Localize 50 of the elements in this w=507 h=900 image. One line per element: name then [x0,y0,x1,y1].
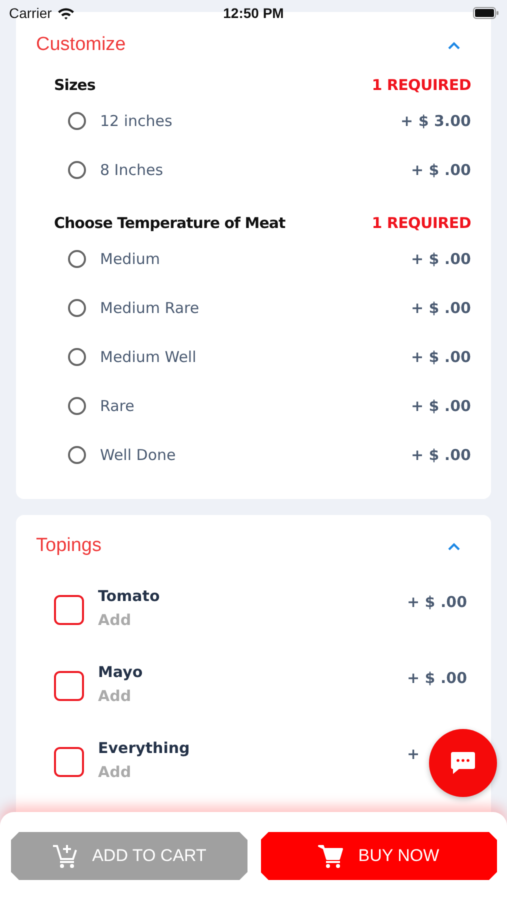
battery-icon [473,7,499,19]
option-price: + $ .00 [410,446,471,464]
option-label: Well Done [100,446,177,464]
option-price: + $ 3.00 [400,112,471,130]
radio-button[interactable] [68,396,86,414]
option-price: + $ .00 [410,298,471,316]
add-label: Add [98,763,132,781]
add-label: Add [98,611,132,629]
chat-icon [450,751,476,775]
group-title: Sizes [54,76,96,94]
topping-price: + $ .00 [407,669,468,687]
option-price: + $ .00 [410,160,471,178]
cart-plus-icon [52,843,78,869]
section-title: Customize [36,34,126,56]
option-label: Medium [100,250,161,268]
option-label: Medium Well [100,348,198,366]
add-to-cart-button[interactable]: ADD TO CART [11,832,248,880]
status-time: 12:50 PM [223,5,284,21]
cart-icon [318,843,344,869]
required-label: 1 REQUIRED [372,214,471,232]
radio-button[interactable] [68,298,86,316]
chevron-icon[interactable] [447,40,461,50]
checkbox[interactable] [54,747,84,777]
required-label: 1 REQUIRED [372,76,471,94]
chevron-icon[interactable] [447,542,461,550]
group-title: Choose Temperature of Meat [54,214,286,232]
option-price: + $ .00 [410,396,471,414]
topping-price: + $ .00 [407,593,468,611]
option-label: 12 inches [100,112,174,130]
option-label: 8 Inches [100,160,164,178]
carrier-name: Carrier [9,5,52,21]
radio-button[interactable] [68,160,86,178]
section-title: Topings [36,535,102,557]
topping-name: Everything [98,739,191,757]
checkbox[interactable] [54,671,84,701]
wifi-icon [56,6,75,20]
checkbox[interactable] [54,595,84,625]
option-label: Rare [100,396,136,414]
option-price: + $ .00 [410,348,471,366]
radio-button[interactable] [68,250,86,268]
radio-button[interactable] [68,112,86,130]
topping-name: Mayo [98,663,144,681]
option-price: + $ .00 [410,250,471,268]
radio-button[interactable] [68,348,86,366]
topping-price: + [407,745,421,763]
add-label: Add [98,687,132,705]
topping-name: Tomato [98,587,161,605]
buy-now-button[interactable]: BUY NOW [260,832,497,880]
option-label: Medium Rare [100,298,200,316]
radio-button[interactable] [68,446,86,464]
